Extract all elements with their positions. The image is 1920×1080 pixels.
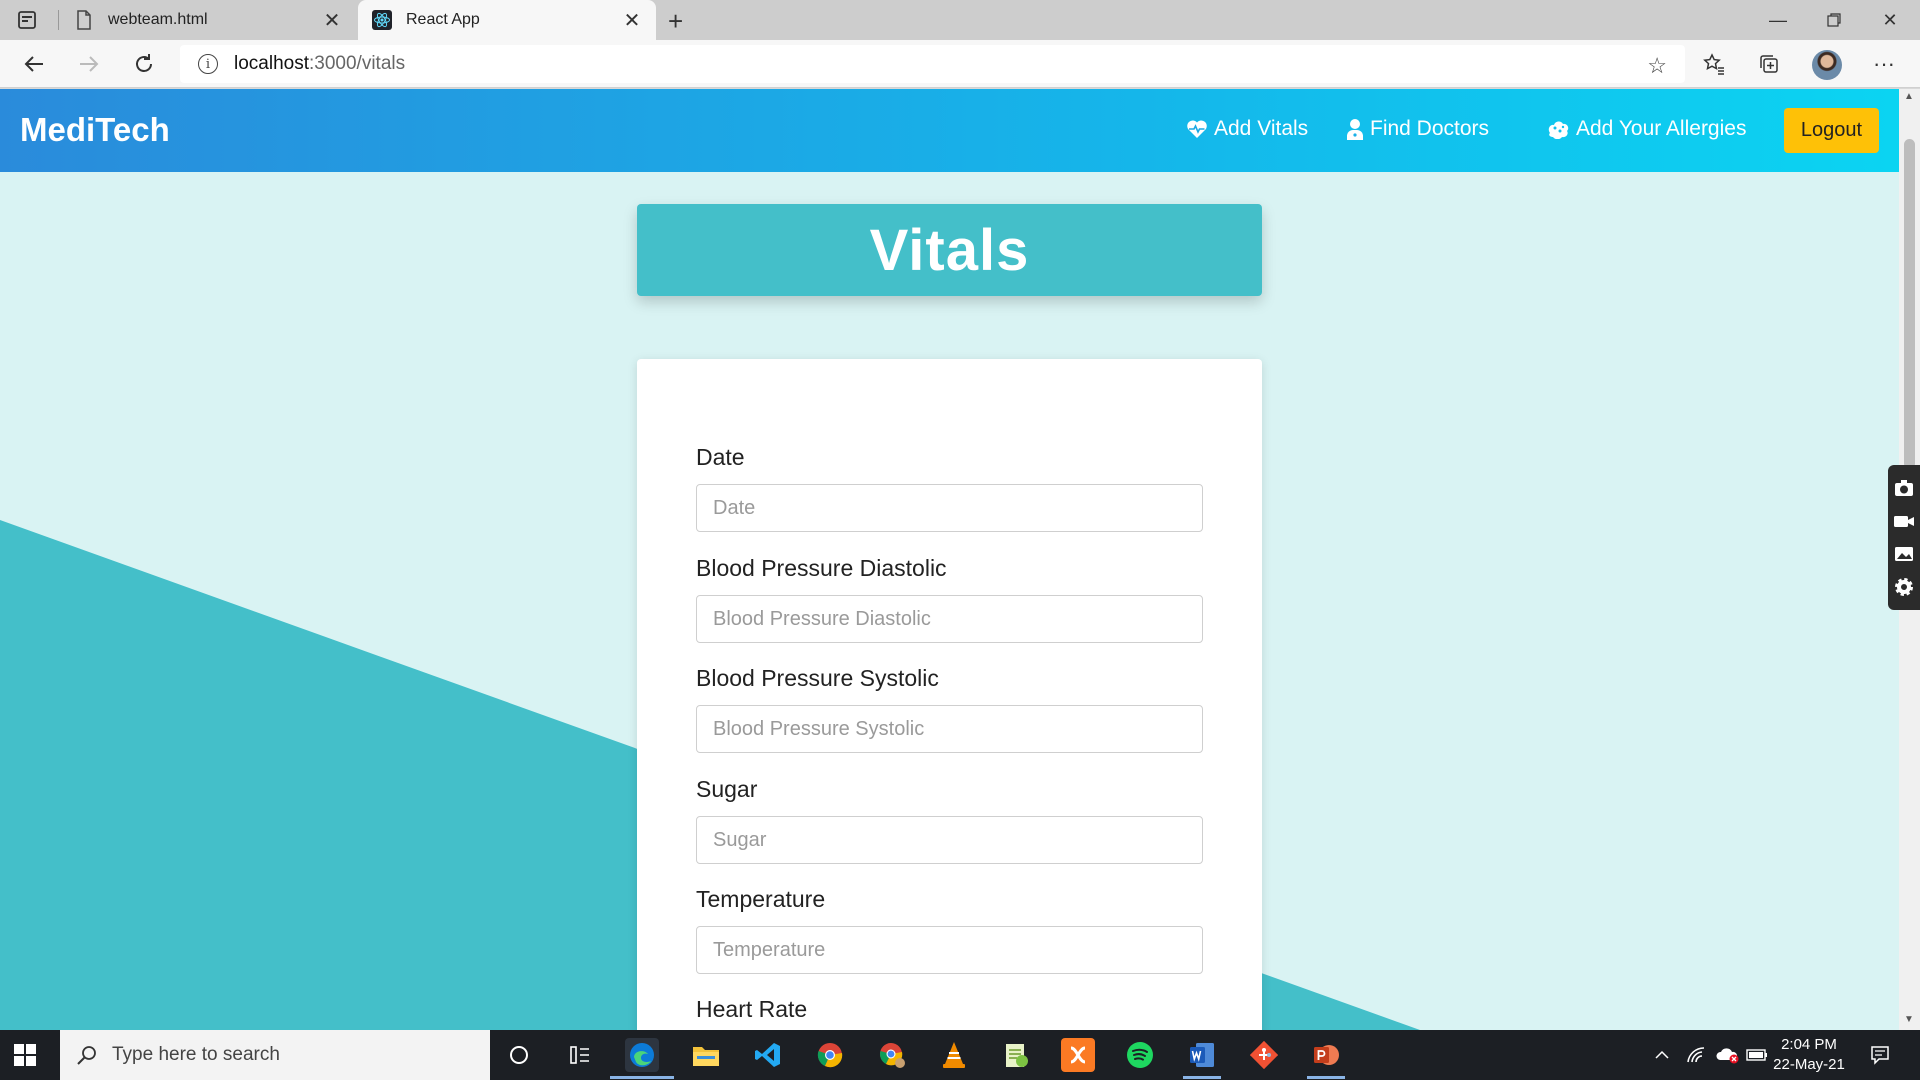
doctor-icon: [1346, 118, 1364, 140]
active-app-indicator: [610, 1076, 674, 1079]
page-title: Vitals: [637, 204, 1262, 296]
url-host: localhost: [234, 53, 309, 74]
tab-title: React App: [406, 11, 480, 28]
temperature-label: Temperature: [696, 886, 826, 912]
tab-actions-icon[interactable]: [16, 9, 38, 31]
system-clock[interactable]: 2:04 PM 22-May-21: [1764, 1035, 1854, 1075]
back-icon[interactable]: [18, 48, 50, 80]
sugar-input[interactable]: [696, 816, 1203, 864]
allergies-icon: [1546, 119, 1570, 139]
close-tab-icon[interactable]: ✕: [322, 8, 342, 33]
nav-add-allergies[interactable]: Add Your Allergies: [1546, 117, 1746, 141]
collections-icon[interactable]: [1753, 48, 1785, 80]
onedrive-icon[interactable]: [1716, 1030, 1740, 1080]
sugar-label: Sugar: [696, 776, 758, 802]
wifi-icon[interactable]: [1686, 1030, 1706, 1080]
forward-icon[interactable]: [73, 48, 105, 80]
edge-icon[interactable]: [625, 1038, 659, 1072]
scroll-down-icon[interactable]: ▼: [1904, 1014, 1914, 1025]
scroll-up-icon[interactable]: ▲: [1904, 91, 1914, 102]
spotify-icon[interactable]: [1123, 1038, 1157, 1072]
refresh-icon[interactable]: [128, 48, 160, 80]
bp-systolic-label: Blood Pressure Systolic: [696, 665, 939, 691]
chrome-profile-icon[interactable]: [875, 1038, 909, 1072]
browser-tab-strip: webteam.html ✕ React App ✕ + — ✕: [0, 0, 1920, 40]
close-tab-icon[interactable]: ✕: [622, 8, 642, 33]
page-viewport: MediTech Add Vitals Find Doctors Add You…: [0, 89, 1899, 1030]
camera-icon[interactable]: [1893, 477, 1915, 499]
notepad-plus-icon[interactable]: [999, 1038, 1033, 1072]
cortana-icon[interactable]: [502, 1038, 536, 1072]
bp-systolic-input[interactable]: [696, 705, 1203, 753]
vscode-icon[interactable]: [751, 1038, 785, 1072]
profile-avatar[interactable]: [1812, 50, 1842, 80]
notifications-icon[interactable]: [1870, 1030, 1890, 1080]
vitals-form: Date Blood Pressure Diastolic Blood Pres…: [637, 359, 1262, 1030]
clock-date: 22-May-21: [1773, 1056, 1845, 1073]
file-explorer-icon[interactable]: [689, 1038, 723, 1072]
add-favorite-icon[interactable]: ☆: [1647, 53, 1667, 79]
running-app-indicator: [1307, 1076, 1345, 1079]
bp-diastolic-label: Blood Pressure Diastolic: [696, 555, 947, 581]
tab-webteam[interactable]: webteam.html ✕: [60, 0, 356, 40]
running-app-indicator: [1183, 1076, 1221, 1079]
gallery-icon[interactable]: [1893, 543, 1915, 565]
nav-label: Find Doctors: [1370, 117, 1490, 140]
windows-start-icon[interactable]: [14, 1044, 36, 1066]
chrome-icon[interactable]: [813, 1038, 847, 1072]
navbar: MediTech Add Vitals Find Doctors Add You…: [0, 89, 1899, 172]
site-info-icon[interactable]: i: [198, 54, 218, 74]
heartbeat-icon: [1186, 119, 1208, 139]
vlc-icon[interactable]: [937, 1038, 971, 1072]
xampp-icon[interactable]: [1061, 1038, 1095, 1072]
browser-toolbar: i localhost:3000/vitals ☆ ···: [0, 40, 1920, 88]
tab-react-app[interactable]: React App ✕: [358, 0, 656, 40]
address-bar[interactable]: i localhost:3000/vitals ☆: [180, 45, 1685, 83]
word-icon[interactable]: [1185, 1038, 1219, 1072]
nav-label: Add Vitals: [1214, 117, 1309, 140]
nav-find-doctors[interactable]: Find Doctors: [1346, 117, 1489, 141]
date-input[interactable]: [696, 484, 1203, 532]
close-window-icon[interactable]: ✕: [1862, 0, 1918, 40]
document-icon: [74, 10, 94, 30]
brand-logo[interactable]: MediTech: [20, 111, 170, 149]
capture-toolbar: [1888, 465, 1920, 610]
heart-rate-label: Heart Rate: [696, 996, 808, 1022]
url-path: :3000/vitals: [309, 53, 406, 74]
minimize-icon[interactable]: —: [1750, 0, 1806, 40]
more-options-icon[interactable]: ···: [1868, 48, 1900, 80]
powerpoint-icon[interactable]: [1309, 1038, 1343, 1072]
video-icon[interactable]: [1893, 510, 1915, 532]
settings-gear-icon[interactable]: [1893, 576, 1915, 598]
bp-diastolic-input[interactable]: [696, 595, 1203, 643]
react-icon: [372, 10, 392, 30]
taskbar-search[interactable]: Type here to search: [60, 1030, 490, 1080]
search-placeholder: Type here to search: [112, 1044, 280, 1065]
task-view-icon[interactable]: [563, 1038, 597, 1072]
search-icon: [77, 1046, 96, 1065]
temperature-input[interactable]: [696, 926, 1203, 974]
nav-label: Add Your Allergies: [1576, 117, 1747, 140]
logout-button[interactable]: Logout: [1784, 108, 1879, 153]
git-icon[interactable]: [1247, 1038, 1281, 1072]
tab-title: webteam.html: [108, 11, 208, 28]
show-hidden-icons[interactable]: [1654, 1030, 1670, 1080]
new-tab-icon[interactable]: +: [668, 6, 683, 37]
restore-icon[interactable]: [1806, 0, 1862, 40]
nav-add-vitals[interactable]: Add Vitals: [1186, 117, 1308, 141]
scroll-thumb[interactable]: [1904, 139, 1915, 469]
tab-separator: [58, 10, 59, 30]
date-label: Date: [696, 444, 745, 470]
clock-time: 2:04 PM: [1781, 1036, 1837, 1053]
windows-taskbar: Type here to search 2:04 PM 22-May-21: [0, 1030, 1920, 1080]
favorites-icon[interactable]: [1698, 48, 1730, 80]
